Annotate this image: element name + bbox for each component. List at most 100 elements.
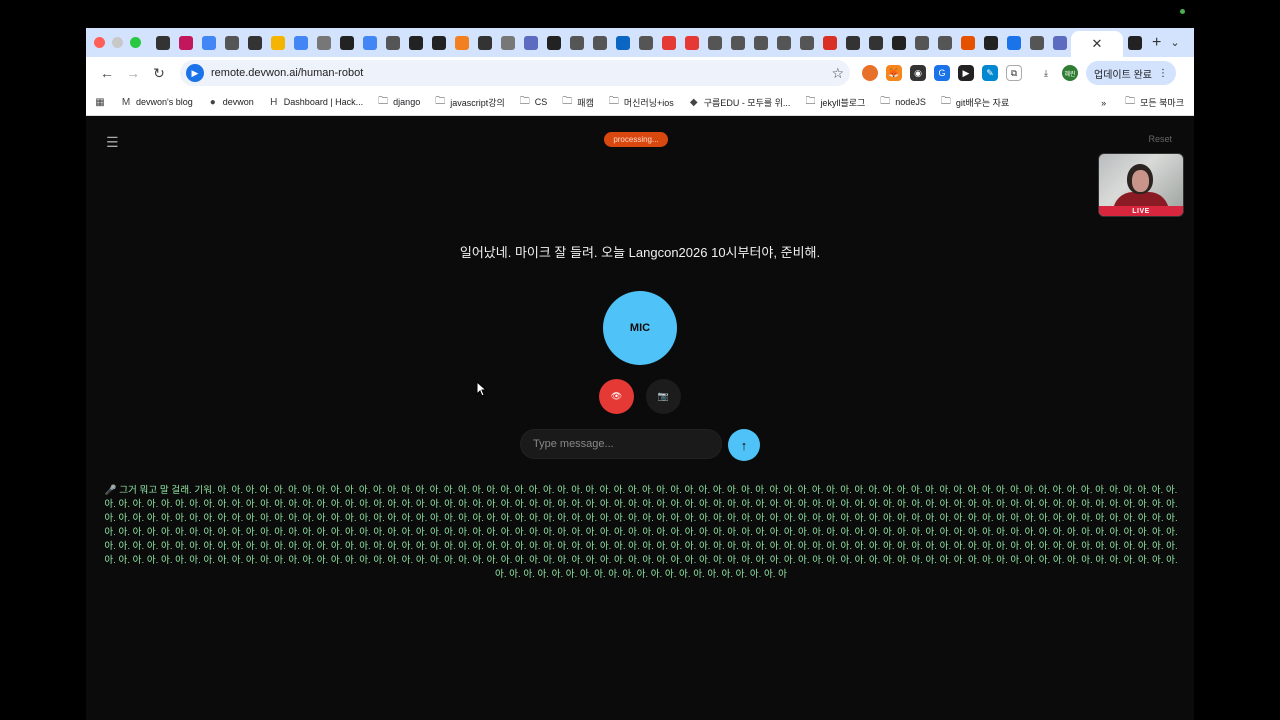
eye-button[interactable]: 👁	[599, 379, 634, 414]
browser-tab[interactable]	[634, 32, 657, 54]
youtube-icon	[661, 35, 676, 50]
browser-tab[interactable]	[404, 32, 427, 54]
bookmark-item[interactable]: H Dashboard | Hack...	[268, 96, 363, 109]
camera-button[interactable]: 📷	[646, 379, 681, 414]
browser-tab[interactable]	[703, 32, 726, 54]
extension-orange-icon[interactable]	[862, 65, 878, 81]
metamask-fox-icon[interactable]: 🦊	[886, 65, 902, 81]
bookmark-label: javascript강의	[450, 97, 505, 108]
bookmark-item[interactable]: 🗀 CS	[519, 96, 548, 109]
browser-tab[interactable]	[289, 32, 312, 54]
send-button[interactable]: ↑	[728, 429, 760, 461]
folder-icon: 🗀	[562, 95, 573, 107]
bookmark-item[interactable]: ● devwon	[207, 96, 254, 109]
bookmark-label: devwon	[222, 97, 254, 107]
browser-tab[interactable]	[381, 32, 404, 54]
browser-tab[interactable]	[473, 32, 496, 54]
cursor-arrow-icon[interactable]: ▶	[958, 65, 974, 81]
bookmark-item[interactable]: 🗀 nodeJS	[879, 96, 926, 109]
message-input[interactable]	[520, 429, 722, 459]
bookmark-item[interactable]: 🗀 git배우는 자료	[940, 96, 1009, 109]
puzzle-extensions-icon[interactable]: ⧉	[1006, 65, 1022, 81]
bookmark-item[interactable]: Mdevwon's blog	[120, 96, 193, 109]
more-bookmarks-chevron-icon[interactable]: »	[1101, 98, 1106, 108]
forward-arrow-icon[interactable]: →	[120, 60, 146, 86]
browser-tab[interactable]	[657, 32, 680, 54]
browser-tab[interactable]	[887, 32, 910, 54]
browser-tab[interactable]	[151, 32, 174, 54]
back-arrow-icon[interactable]: ←	[94, 60, 120, 86]
browser-tab[interactable]	[427, 32, 450, 54]
browser-tab[interactable]	[795, 32, 818, 54]
all-bookmarks-folder[interactable]: 🗀 모든 북마크	[1124, 96, 1184, 109]
download-icon[interactable]: ⤓	[1038, 65, 1054, 81]
browser-tab[interactable]	[450, 32, 473, 54]
bookmark-item[interactable]: ◆ 구름EDU - 모두를 위...	[688, 96, 791, 109]
update-button[interactable]: 업데이트 완료 ⋮	[1086, 61, 1176, 85]
bookmark-item[interactable]: 🗀 패캠	[561, 96, 594, 109]
bookmark-list: Mdevwon's blog ● devwon H Dashboard | Hack..…	[120, 96, 1023, 109]
globe-icon	[1029, 35, 1044, 50]
browser-tab[interactable]	[519, 32, 542, 54]
glasses-icon[interactable]: ◉	[910, 65, 926, 81]
browser-tab[interactable]	[818, 32, 841, 54]
browser-tab[interactable]	[772, 32, 795, 54]
browser-tab[interactable]	[197, 32, 220, 54]
bookmark-item[interactable]: 🗀 머신러닝+ios	[608, 96, 674, 109]
browser-tab[interactable]	[496, 32, 519, 54]
browser-tab[interactable]	[726, 32, 749, 54]
maximize-window-button[interactable]	[130, 37, 141, 48]
browser-tab[interactable]	[174, 32, 197, 54]
reload-icon[interactable]: ↻	[146, 60, 172, 86]
browser-tab[interactable]	[1123, 32, 1146, 54]
active-tab[interactable]: ✕	[1071, 31, 1123, 57]
browser-tab[interactable]	[956, 32, 979, 54]
browser-tab[interactable]	[243, 32, 266, 54]
browser-tab[interactable]	[933, 32, 956, 54]
browser-tab[interactable]	[749, 32, 772, 54]
slides-icon	[270, 35, 285, 50]
more-menu-icon[interactable]: ⋮	[1158, 68, 1168, 79]
browser-tab[interactable]	[266, 32, 289, 54]
perplexity-icon	[845, 35, 860, 50]
browser-tab[interactable]	[312, 32, 335, 54]
browser-tab[interactable]	[565, 32, 588, 54]
close-window-button[interactable]	[94, 37, 105, 48]
browser-tab[interactable]	[1002, 32, 1025, 54]
address-bar[interactable]: ▶ remote.devwon.ai/human-robot ☆	[180, 60, 850, 86]
bookmark-item[interactable]: 🗀 jekyll블로그	[804, 96, 865, 109]
browser-tab[interactable]	[841, 32, 864, 54]
translate-icon[interactable]: G	[934, 65, 950, 81]
menu-hamburger-icon[interactable]: ☰	[106, 134, 119, 151]
reset-button[interactable]: Reset	[1148, 134, 1172, 144]
page-content: ☰ processing... Reset LIVE 일어났네. 마이크 잘 들…	[86, 116, 1194, 720]
tab-search-chevron-icon[interactable]: ⌄	[1164, 32, 1186, 52]
terminal-icon	[546, 35, 561, 50]
browser-tab[interactable]	[864, 32, 887, 54]
minimize-window-button[interactable]	[112, 37, 123, 48]
browser-tab[interactable]	[220, 32, 243, 54]
browser-tab[interactable]	[1025, 32, 1048, 54]
close-tab-icon[interactable]: ✕	[1092, 36, 1103, 52]
eye-icon: 👁	[610, 391, 623, 401]
site-info-icon[interactable]: ▶	[186, 64, 204, 82]
url-text[interactable]: remote.devwon.ai/human-robot	[211, 67, 831, 79]
mic-button[interactable]: MIC	[603, 291, 677, 365]
browser-tab[interactable]	[335, 32, 358, 54]
browser-tab[interactable]	[910, 32, 933, 54]
browser-tab[interactable]	[680, 32, 703, 54]
browser-tab[interactable]	[979, 32, 1002, 54]
bookmark-item[interactable]: 🗀 javascript강의	[434, 96, 505, 109]
browser-tab[interactable]	[1048, 32, 1071, 54]
new-tab-button[interactable]: +	[1152, 34, 1161, 52]
browser-tab[interactable]	[542, 32, 565, 54]
bookmark-star-icon[interactable]: ☆	[831, 65, 844, 82]
pen-icon[interactable]: ✎	[982, 65, 998, 81]
browser-tab[interactable]	[358, 32, 381, 54]
profile-avatar[interactable]: 혜린	[1062, 65, 1078, 81]
bookmark-item[interactable]: 🗀 django	[377, 96, 420, 109]
browser-tab[interactable]	[588, 32, 611, 54]
apps-grid-icon[interactable]: ▦	[94, 97, 106, 108]
browser-tab[interactable]	[611, 32, 634, 54]
perplexity-icon	[247, 35, 262, 50]
